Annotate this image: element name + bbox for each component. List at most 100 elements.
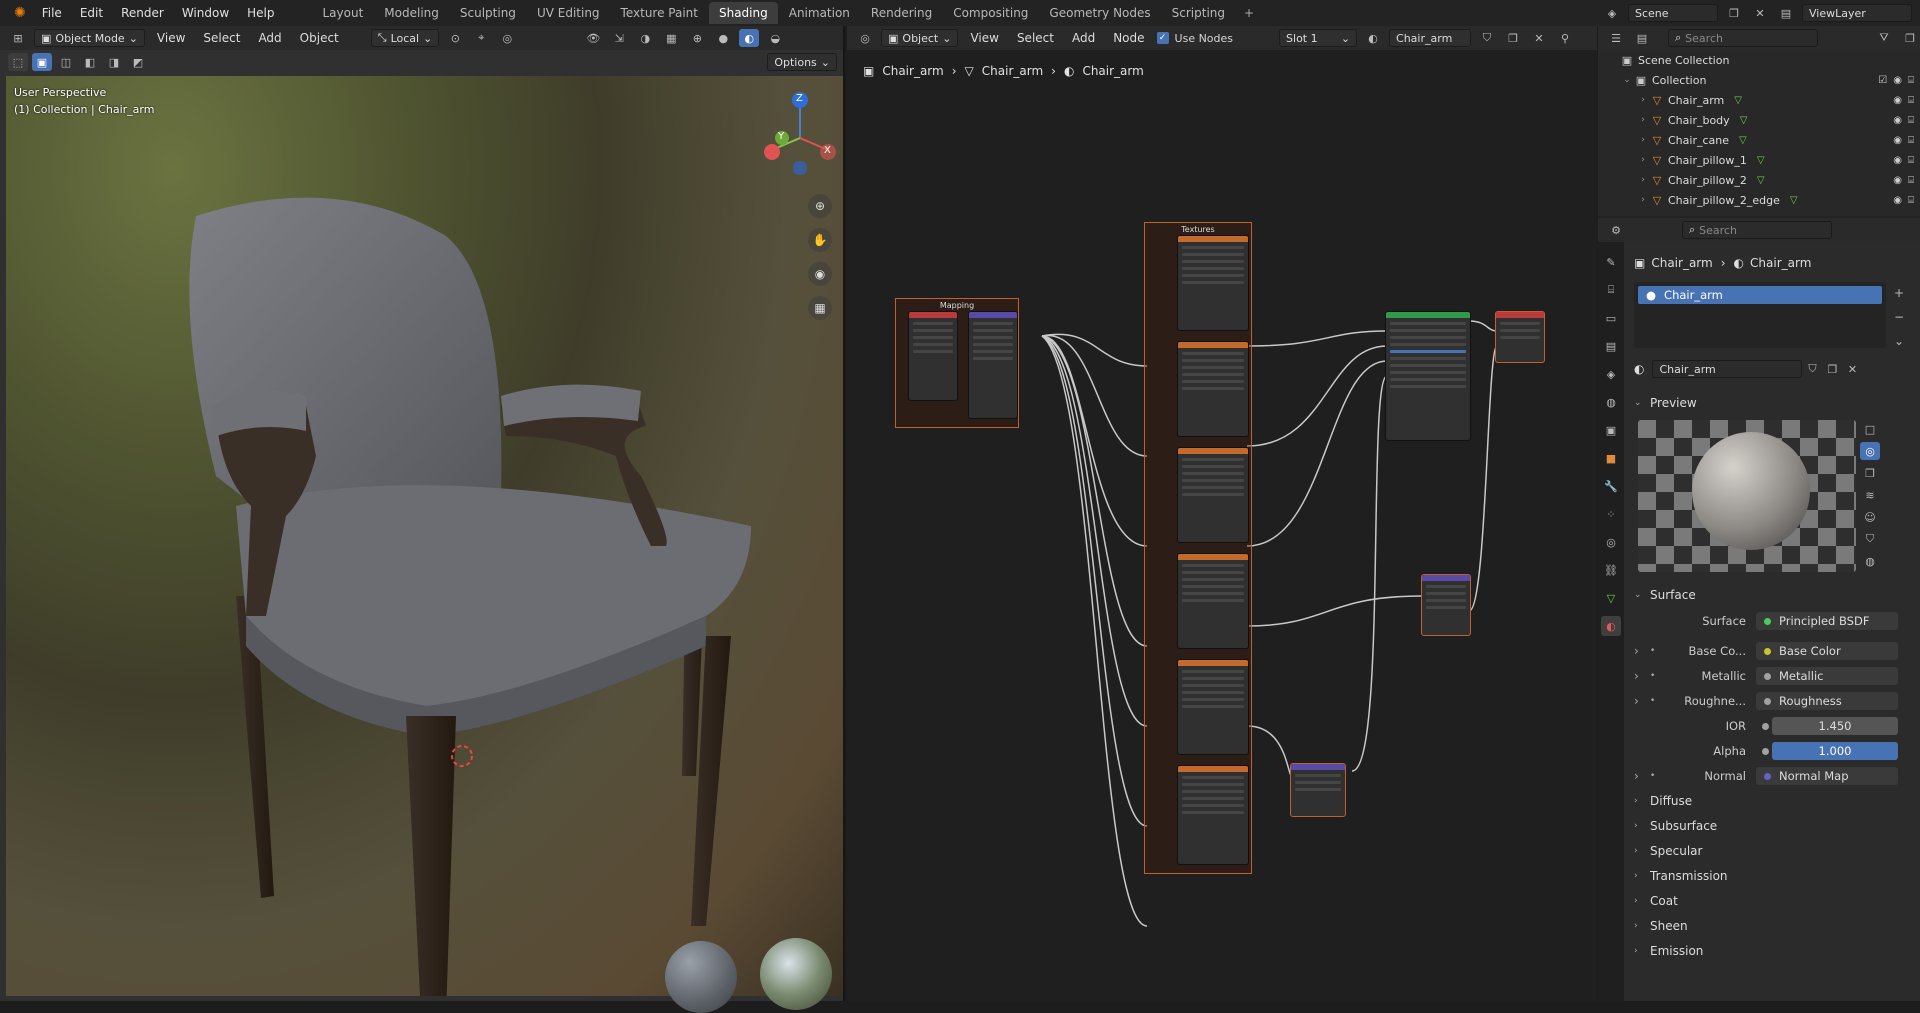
eye-icon[interactable]: ◉ <box>1893 115 1902 126</box>
material-slot-list[interactable]: ● Chair_arm <box>1634 282 1886 348</box>
tab-texture-paint[interactable]: Texture Paint <box>611 2 708 24</box>
transform-orientation-dropdown[interactable]: ⤡ Local ⌄ <box>370 29 440 47</box>
collection-row[interactable]: ⌄ ▣ Collection ☑ ◉ ⌸ <box>1598 70 1920 90</box>
camera-icon[interactable]: ⌸ <box>1908 115 1914 126</box>
duplicate-material-icon[interactable]: ❐ <box>1822 360 1842 378</box>
select-tool-icon[interactable]: ⬚ <box>8 53 28 71</box>
preview-fluid-icon[interactable]: ◍ <box>1860 552 1880 570</box>
camera-icon[interactable]: ⌸ <box>1908 155 1914 166</box>
properties-search[interactable]: ⌕ Search <box>1682 221 1832 239</box>
preview-sphere-icon[interactable]: ◎ <box>1860 442 1880 460</box>
surface-panel-header[interactable]: ⌄ Surface <box>1626 584 1920 606</box>
surface-shader-field[interactable]: Principled BSDF <box>1756 612 1898 630</box>
eye-icon[interactable]: ◉ <box>1893 155 1902 166</box>
textures-frame[interactable]: Textures <box>1144 222 1252 874</box>
chevron-right-icon[interactable]: › <box>1634 669 1639 683</box>
tab-shading[interactable]: Shading <box>708 2 778 24</box>
xray-icon[interactable]: ▦ <box>661 29 681 47</box>
normal-texture-node[interactable] <box>1177 765 1249 865</box>
camera-icon[interactable]: ⌸ <box>1908 135 1914 146</box>
viewport-render[interactable] <box>6 76 843 1013</box>
constraints-tab-icon[interactable]: ⛓ <box>1601 560 1621 580</box>
chevron-right-icon[interactable]: › <box>1636 155 1650 165</box>
select-invert-icon[interactable]: ◨ <box>104 53 124 71</box>
display-mode-icon[interactable]: ▤ <box>1632 29 1652 47</box>
physics-tab-icon[interactable]: ◎ <box>1601 532 1621 552</box>
preview-cube-icon[interactable]: ❒ <box>1860 464 1880 482</box>
emission-subpanel[interactable]: › Emission <box>1626 940 1920 962</box>
add-workspace-icon[interactable]: + <box>1236 2 1262 24</box>
outliner-search[interactable]: ⌕ Search <box>1668 29 1818 47</box>
material-slot-item[interactable]: ● Chair_arm <box>1638 286 1882 304</box>
tab-layout[interactable]: Layout <box>313 2 374 24</box>
tab-modeling[interactable]: Modeling <box>374 2 449 24</box>
zoom-icon[interactable]: ⊕ <box>808 194 832 218</box>
particles-tab-icon[interactable]: ⁘ <box>1601 504 1621 524</box>
chevron-right-icon[interactable]: › <box>1636 115 1650 125</box>
shading-wire-icon[interactable]: ⊕ <box>687 29 707 47</box>
base-color-texture-node[interactable] <box>1177 341 1249 437</box>
outliner-item-chair-pillow-2[interactable]: › ▽ Chair_pillow_2 ▽ ◉ ⌸ <box>1598 170 1920 190</box>
object-tab-icon[interactable]: ■ <box>1601 448 1621 468</box>
diffuse-subpanel[interactable]: › Diffuse <box>1626 790 1920 812</box>
grid-icon[interactable]: ▦ <box>808 296 832 320</box>
chevron-down-icon[interactable]: ⌄ <box>1894 334 1904 348</box>
scene-tab-icon[interactable]: ◈ <box>1601 364 1621 384</box>
menu-edit[interactable]: Edit <box>72 3 111 23</box>
outliner-item-chair-body[interactable]: › ▽ Chair_body ▽ ◉ ⌸ <box>1598 110 1920 130</box>
tool-tab-icon[interactable]: ✎ <box>1601 252 1621 272</box>
ior-field[interactable]: 1.450 <box>1772 717 1898 735</box>
editor-type-icon[interactable]: ⚙ <box>1606 221 1626 239</box>
normal-map-node[interactable] <box>1290 763 1346 817</box>
outliner-item-chair-cane[interactable]: › ▽ Chair_cane ▽ ◉ ⌸ <box>1598 130 1920 150</box>
pan-hand-icon[interactable]: ✋ <box>808 228 832 252</box>
chevron-right-icon[interactable]: › <box>1634 769 1639 783</box>
specular-subpanel[interactable]: › Specular <box>1626 840 1920 862</box>
eye-icon[interactable]: ◉ <box>1893 195 1902 206</box>
delete-scene-icon[interactable]: ✕ <box>1750 4 1770 22</box>
scene-field[interactable]: Scene <box>1628 4 1718 22</box>
viewport-menu-view[interactable]: View <box>151 29 191 47</box>
preview-monkey-icon[interactable]: ☺ <box>1860 508 1880 526</box>
scene-collection-row[interactable]: ▣ Scene Collection <box>1598 50 1920 70</box>
mapping-frame[interactable]: Mapping <box>895 298 1019 428</box>
view-layer-field[interactable]: ViewLayer <box>1802 4 1912 22</box>
chevron-down-icon[interactable]: ⌄ <box>1620 75 1634 85</box>
outliner[interactable]: ☰ ▤ ⌕ Search ⛛ ❐ ▣ Scene Collection ⌄ ▣ Coll… <box>1598 26 1920 216</box>
texture-coordinate-node[interactable] <box>908 311 958 401</box>
preview-cloth-icon[interactable]: ⛉ <box>1860 530 1880 548</box>
camera-icon[interactable]: ⌸ <box>1908 75 1914 86</box>
chevron-right-icon[interactable]: › <box>1636 195 1650 205</box>
shader-node-editor[interactable]: ◎ ▣ Object ⌄ View Select Add Node ✓ Use No… <box>847 26 1597 1001</box>
menu-render[interactable]: Render <box>113 3 172 23</box>
tab-animation[interactable]: Animation <box>779 2 860 24</box>
shading-solid-icon[interactable]: ● <box>713 29 733 47</box>
subsurface-subpanel[interactable]: › Subsurface <box>1626 815 1920 837</box>
sheen-subpanel[interactable]: › Sheen <box>1626 915 1920 937</box>
chevron-right-icon[interactable]: › <box>1636 135 1650 145</box>
visibility-icon[interactable]: 👁 <box>583 29 603 47</box>
tab-sculpting[interactable]: Sculpting <box>450 2 526 24</box>
menu-file[interactable]: File <box>34 3 70 23</box>
camera-icon[interactable]: ⌸ <box>1908 195 1914 206</box>
fake-user-icon[interactable]: ⛉ <box>1802 360 1822 378</box>
eye-icon[interactable]: ◉ <box>1893 175 1902 186</box>
camera-icon[interactable]: ⌸ <box>1908 175 1914 186</box>
proportional-edit-icon[interactable]: ◎ <box>497 29 517 47</box>
new-scene-icon[interactable]: ❐ <box>1724 4 1744 22</box>
viewport-menu-add[interactable]: Add <box>252 29 287 47</box>
outliner-item-chair-arm[interactable]: › ▽ Chair_arm ▽ ◉ ⌸ <box>1598 90 1920 110</box>
tab-compositing[interactable]: Compositing <box>943 2 1038 24</box>
menu-window[interactable]: Window <box>174 3 237 23</box>
tab-scripting[interactable]: Scripting <box>1162 2 1235 24</box>
chevron-right-icon[interactable]: › <box>1636 175 1650 185</box>
chevron-right-icon[interactable]: › <box>1634 694 1639 708</box>
eye-icon[interactable]: ◉ <box>1893 95 1902 106</box>
displacement-node[interactable] <box>1421 574 1471 636</box>
displacement-texture-node[interactable] <box>1177 659 1249 755</box>
unlink-material-icon[interactable]: ✕ <box>1842 360 1862 378</box>
outliner-item-chair-pillow-2-edge[interactable]: › ▽ Chair_pillow_2_edge ▽ ◉ ⌸ <box>1598 190 1920 210</box>
mode-dropdown[interactable]: ▣ Object Mode ⌄ <box>34 29 145 47</box>
data-tab-icon[interactable]: ▽ <box>1601 588 1621 608</box>
material-tab-icon[interactable]: ◐ <box>1601 616 1621 636</box>
